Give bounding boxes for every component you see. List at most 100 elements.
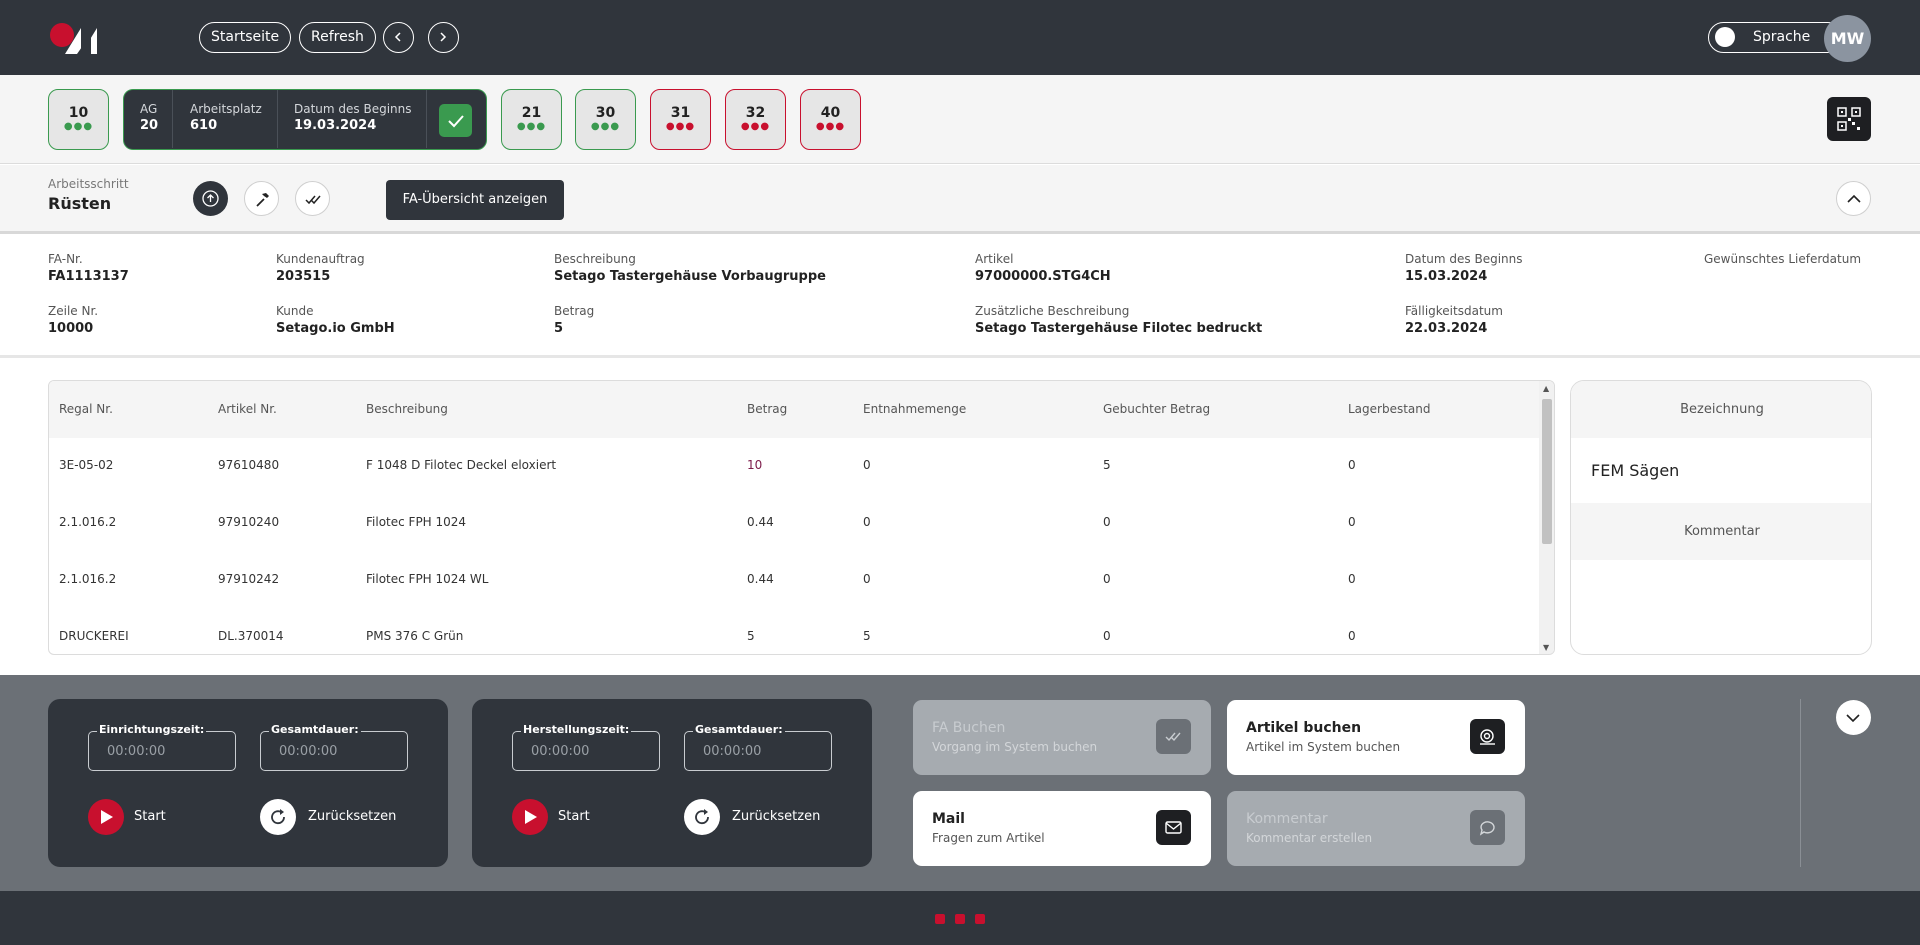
column-header[interactable]: Artikel Nr.: [218, 402, 277, 416]
designation-panel: Bezeichnung FEM Sägen Kommentar: [1570, 380, 1872, 655]
card-subtitle: Artikel im System buchen: [1246, 740, 1401, 754]
info-kundenauftrag: Kundenauftrag 203515: [276, 252, 365, 284]
cell-gebucht: 0: [1103, 515, 1111, 529]
info-artikel: Artikel 97000000.STG4CH: [975, 252, 1111, 284]
info-betrag: Betrag 5: [554, 304, 595, 336]
scroll-up-icon[interactable]: ▲: [1543, 384, 1549, 393]
confirm-button[interactable]: [439, 104, 472, 137]
reset-button[interactable]: [260, 799, 296, 835]
operation-chip-10[interactable]: 10 ●●●: [48, 89, 109, 150]
start-label[interactable]: Start: [558, 809, 590, 824]
start-date-label: Datum des Beginns: [294, 102, 412, 116]
chevron-left-icon: [394, 32, 401, 42]
table-scrollbar[interactable]: ▲ ▼: [1539, 381, 1554, 654]
previous-button[interactable]: [383, 22, 414, 53]
ag-value: 20: [140, 118, 159, 133]
column-header[interactable]: Entnahmemenge: [863, 402, 966, 416]
ag-label: AG: [140, 102, 158, 116]
cell-beschreibung: Filotec FPH 1024 WL: [366, 572, 489, 586]
play-icon: [101, 810, 113, 824]
home-button[interactable]: Startseite: [199, 22, 292, 53]
cell-gebucht: 0: [1103, 572, 1111, 586]
scroll-down-icon[interactable]: ▼: [1543, 643, 1549, 652]
double-check-icon: [305, 195, 321, 205]
cell-regal: 3E-05-02: [59, 458, 114, 472]
status-dots: ●●●: [740, 121, 771, 132]
reset-label[interactable]: Zurücksetzen: [308, 809, 396, 824]
card-subtitle: Vorgang im System buchen: [932, 740, 1098, 754]
column-header[interactable]: Regal Nr.: [59, 402, 113, 416]
cell-artikel: 97910242: [218, 572, 280, 586]
mail-card[interactable]: Mail Fragen zum Artikel: [913, 791, 1211, 866]
qr-scan-button[interactable]: [1827, 97, 1871, 141]
setup-time-field[interactable]: Einrichtungszeit: 00:00:00: [88, 723, 236, 771]
field-label: Gesamtdauer:: [693, 723, 785, 736]
card-subtitle: Fragen zum Artikel: [932, 831, 1045, 845]
avatar[interactable]: MW: [1824, 15, 1871, 62]
cell-lagerbestand: 0: [1348, 458, 1356, 472]
operation-chip-32[interactable]: 32 ●●●: [725, 89, 786, 150]
card-title: FA Buchen: [932, 720, 1006, 736]
double-check-step-button[interactable]: [295, 181, 330, 216]
info-zeile-nr: Zeile Nr. 10000: [48, 304, 99, 336]
hammer-step-button[interactable]: [244, 181, 279, 216]
reset-label[interactable]: Zurücksetzen: [732, 809, 820, 824]
upload-icon: [202, 190, 219, 207]
card-title: Artikel buchen: [1246, 720, 1362, 736]
column-header[interactable]: Lagerbestand: [1348, 402, 1431, 416]
scan-icon: [1470, 719, 1505, 754]
comment-card[interactable]: Kommentar Kommentar erstellen: [1227, 791, 1525, 866]
page-indicator-dot[interactable]: [935, 914, 945, 924]
column-header[interactable]: Beschreibung: [366, 402, 448, 416]
operation-chip-21[interactable]: 21 ●●●: [501, 89, 562, 150]
table-row[interactable]: DRUCKEREI DL.370014 PMS 376 C Grün 5 5 0…: [49, 609, 1539, 654]
scrollbar-thumb[interactable]: [1542, 399, 1552, 544]
total-duration-field[interactable]: Gesamtdauer: 00:00:00: [684, 723, 832, 771]
upload-step-button[interactable]: [193, 181, 228, 216]
qr-code-icon: [1837, 107, 1861, 131]
fa-book-card[interactable]: FA Buchen Vorgang im System buchen: [913, 700, 1211, 775]
materials-table: Regal Nr. Artikel Nr. Beschreibung Betra…: [48, 380, 1555, 655]
start-button[interactable]: [88, 799, 124, 835]
refresh-button[interactable]: Refresh: [299, 22, 376, 53]
operation-chip-31[interactable]: 31 ●●●: [650, 89, 711, 150]
page-indicator-dot[interactable]: [955, 914, 965, 924]
column-header[interactable]: Betrag: [747, 402, 787, 416]
status-dots: ●●●: [63, 121, 94, 132]
bottom-panel: Einrichtungszeit: 00:00:00 Gesamtdauer: …: [0, 675, 1920, 891]
operation-number: 10: [68, 105, 89, 121]
expand-button[interactable]: [1836, 700, 1871, 735]
table-row[interactable]: 3E-05-02 97610480 F 1048 D Filotec Decke…: [49, 438, 1539, 495]
operation-number: 40: [820, 105, 841, 121]
total-duration-field[interactable]: Gesamtdauer: 00:00:00: [260, 723, 408, 771]
table-header: Regal Nr. Artikel Nr. Beschreibung Betra…: [49, 381, 1539, 438]
operation-chip-40[interactable]: 40 ●●●: [800, 89, 861, 150]
table-row[interactable]: 2.1.016.2 97910240 Filotec FPH 1024 0.44…: [49, 495, 1539, 552]
page-indicator-dot[interactable]: [975, 914, 985, 924]
company-logo[interactable]: [47, 22, 111, 54]
status-dots: ●●●: [665, 121, 696, 132]
cell-regal: 2.1.016.2: [59, 572, 117, 586]
cell-regal: 2.1.016.2: [59, 515, 117, 529]
start-button[interactable]: [512, 799, 548, 835]
next-button[interactable]: [428, 22, 459, 53]
info-fa-nr: FA-Nr. FA1113137: [48, 252, 129, 284]
production-time-field[interactable]: Herstellungszeit: 00:00:00: [512, 723, 660, 771]
language-button[interactable]: Sprache: [1708, 22, 1843, 53]
mail-icon: [1156, 810, 1191, 845]
table-row[interactable]: 2.1.016.2 97910242 Filotec FPH 1024 WL 0…: [49, 552, 1539, 609]
workplace-value: 610: [190, 118, 218, 133]
fa-overview-button[interactable]: FA-Übersicht anzeigen: [386, 180, 564, 220]
field-value: 00:00:00: [279, 744, 338, 759]
field-value: 00:00:00: [531, 744, 590, 759]
start-label[interactable]: Start: [134, 809, 166, 824]
cell-entnahmemenge: 5: [863, 629, 871, 643]
operation-chip-30[interactable]: 30 ●●●: [575, 89, 636, 150]
refresh-icon: [695, 809, 709, 825]
reset-button[interactable]: [684, 799, 720, 835]
active-operation[interactable]: AG 20 Arbeitsplatz 610 Datum des Beginns…: [123, 89, 487, 150]
article-book-card[interactable]: Artikel buchen Artikel im System buchen: [1227, 700, 1525, 775]
work-step-label: Arbeitsschritt: [48, 177, 129, 191]
column-header[interactable]: Gebuchter Betrag: [1103, 402, 1210, 416]
collapse-button[interactable]: [1836, 181, 1871, 216]
